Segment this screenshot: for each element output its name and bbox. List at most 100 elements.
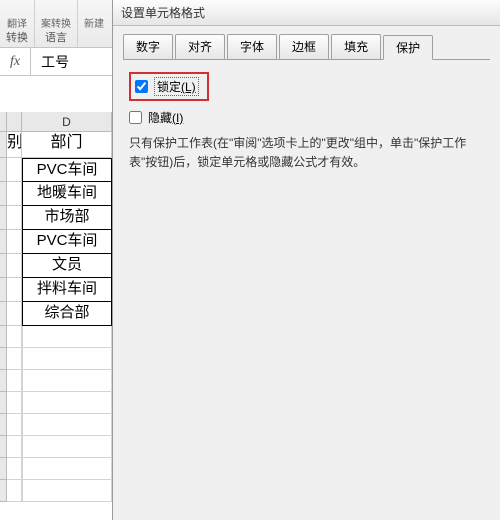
cell[interactable]: 部门	[22, 132, 112, 158]
ribbon-group-new[interactable]: 新建	[78, 0, 110, 47]
lock-highlight: 锁定(L)	[129, 72, 209, 101]
table-row: 别 部门	[0, 132, 112, 158]
tab-align[interactable]: 对齐	[175, 34, 225, 59]
hide-checkbox[interactable]	[129, 111, 142, 124]
ribbon-label: 转换	[6, 32, 28, 45]
cell[interactable]: 地暖车间	[22, 182, 112, 206]
row-header[interactable]	[0, 458, 7, 480]
cell[interactable]: PVC车间	[22, 230, 112, 254]
row-header[interactable]	[0, 254, 7, 278]
row-header[interactable]	[0, 348, 7, 370]
row-header[interactable]	[0, 414, 7, 436]
table-row: PVC车间	[0, 158, 112, 182]
tabs: 数字 对齐 字体 边框 填充 保护	[123, 34, 490, 60]
table-row	[0, 436, 112, 458]
column-header-d[interactable]: D	[22, 112, 112, 132]
ribbon-group-language[interactable]: 案转换 语言	[35, 0, 78, 47]
tab-content-protect: 锁定(L) 隐藏(I) 只有保护工作表(在"审阅"选项卡上的"更改"组中，单击"…	[123, 60, 490, 184]
cell[interactable]	[7, 480, 22, 502]
row-header[interactable]	[0, 480, 7, 502]
fx-icon[interactable]: fx	[0, 48, 31, 75]
hide-label: 隐藏	[148, 109, 172, 126]
dialog-body: 数字 对齐 字体 边框 填充 保护 锁定(L) 隐藏(I) 只有保护工作表(在"…	[113, 26, 500, 520]
cell[interactable]	[7, 206, 22, 230]
ribbon-label: 语言	[45, 32, 67, 45]
cell[interactable]	[22, 348, 112, 370]
table-row: 文员	[0, 254, 112, 278]
cell[interactable]	[7, 326, 22, 348]
lock-row: 锁定(L)	[129, 72, 484, 101]
cell[interactable]: 综合部	[22, 302, 112, 326]
cell[interactable]	[22, 392, 112, 414]
cell[interactable]: PVC车间	[22, 158, 112, 182]
dialog-title: 设置单元格格式	[121, 4, 205, 21]
cell[interactable]	[7, 182, 22, 206]
row-header[interactable]	[0, 436, 7, 458]
table-row	[0, 480, 112, 502]
cell[interactable]: 市场部	[22, 206, 112, 230]
lock-checkbox[interactable]	[135, 80, 148, 93]
row-header[interactable]	[0, 392, 7, 414]
row-header[interactable]	[0, 206, 7, 230]
row-header[interactable]	[0, 230, 7, 254]
cell[interactable]: 文员	[22, 254, 112, 278]
cell[interactable]	[7, 436, 22, 458]
spreadsheet-grid[interactable]: D 别 部门 PVC车间 地暖车间 市场部 PVC车间	[0, 76, 112, 520]
hide-row: 隐藏(I)	[129, 109, 484, 126]
ribbon-label: 新建	[84, 15, 104, 30]
ribbon-label: 案转换	[41, 15, 71, 30]
cell[interactable]	[7, 254, 22, 278]
tab-fill[interactable]: 填充	[331, 34, 381, 59]
tab-number[interactable]: 数字	[123, 34, 173, 59]
format-cells-dialog: 设置单元格格式 数字 对齐 字体 边框 填充 保护 锁定(L) 隐藏(I)	[112, 0, 500, 520]
lock-key: (L)	[181, 80, 196, 94]
cell[interactable]	[22, 370, 112, 392]
row-header[interactable]	[0, 158, 7, 182]
cell[interactable]	[22, 458, 112, 480]
cell[interactable]: 拌料车间	[22, 278, 112, 302]
ribbon-group-translate[interactable]: 翻译 转换	[0, 0, 35, 47]
row-header[interactable]	[0, 182, 7, 206]
column-header-c[interactable]	[7, 112, 22, 132]
row-header[interactable]	[0, 132, 7, 158]
table-row: 综合部	[0, 302, 112, 326]
tab-protect[interactable]: 保护	[383, 35, 433, 60]
table-row: 拌料车间	[0, 278, 112, 302]
table-row	[0, 458, 112, 480]
cell[interactable]: 别	[7, 132, 22, 158]
table-row	[0, 392, 112, 414]
tab-border[interactable]: 边框	[279, 34, 329, 59]
dialog-titlebar[interactable]: 设置单元格格式	[113, 0, 500, 26]
cell[interactable]	[22, 436, 112, 458]
cell[interactable]	[7, 392, 22, 414]
cell[interactable]	[7, 348, 22, 370]
cell[interactable]	[7, 302, 22, 326]
row-header[interactable]	[0, 302, 7, 326]
hide-key: (I)	[172, 111, 183, 125]
table-row: 地暖车间	[0, 182, 112, 206]
corner-cell[interactable]	[0, 112, 7, 132]
table-row: 市场部	[0, 206, 112, 230]
row-header[interactable]	[0, 278, 7, 302]
cell[interactable]	[7, 278, 22, 302]
ribbon-label: 翻译	[7, 15, 27, 30]
cell[interactable]	[7, 158, 22, 182]
protect-info-text: 只有保护工作表(在"审阅"选项卡上的"更改"组中，单击"保护工作表"按钮)后，锁…	[129, 134, 484, 172]
cell[interactable]	[7, 230, 22, 254]
table-row	[0, 414, 112, 436]
table-row	[0, 326, 112, 348]
row-header[interactable]	[0, 370, 7, 392]
table-row	[0, 348, 112, 370]
column-header-row: D	[0, 112, 112, 132]
row-header[interactable]	[0, 326, 7, 348]
cell[interactable]	[7, 458, 22, 480]
table-row: PVC车间	[0, 230, 112, 254]
cell[interactable]	[22, 326, 112, 348]
cell[interactable]	[7, 414, 22, 436]
lock-label: 锁定	[157, 80, 181, 94]
lock-focus: 锁定(L)	[154, 77, 199, 96]
cell[interactable]	[22, 414, 112, 436]
cell[interactable]	[22, 480, 112, 502]
tab-font[interactable]: 字体	[227, 34, 277, 59]
cell[interactable]	[7, 370, 22, 392]
